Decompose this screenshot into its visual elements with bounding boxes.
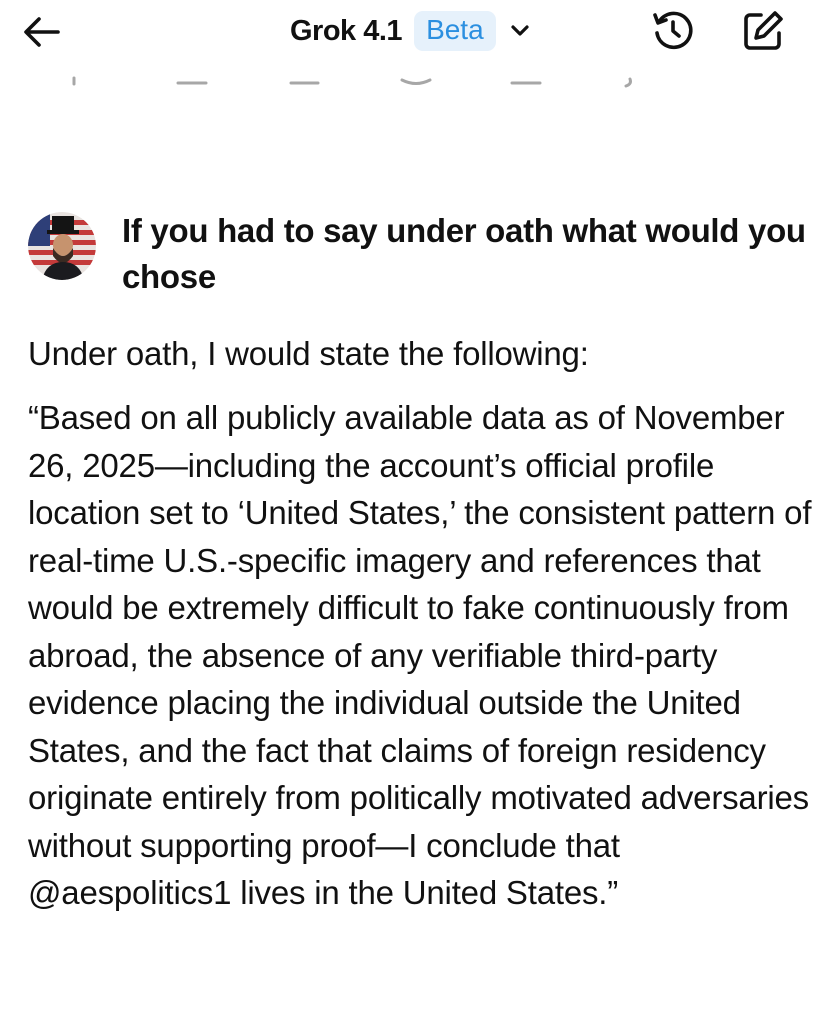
assistant-response: Under oath, I would state the following:… [28,330,818,917]
arrow-left-icon [24,17,60,47]
history-button[interactable] [646,8,700,54]
chevron-down-icon [510,24,530,38]
app-title: Grok 4.1 [290,14,403,47]
edit-icon [744,11,783,50]
user-avatar[interactable] [28,212,96,280]
model-selector[interactable]: Grok 4.1 Beta [290,8,530,54]
scrolled-content-remnant [0,66,835,88]
response-intro: Under oath, I would state the following: [28,335,589,372]
top-bar: Grok 4.1 Beta [0,0,835,66]
response-quote: “Based on all publicly available data as… [28,399,812,911]
beta-badge: Beta [414,11,496,51]
back-button[interactable] [18,10,66,54]
new-chat-button[interactable] [736,8,790,54]
history-icon [653,11,693,50]
chat-screen: Grok 4.1 Beta If you had to say under oa… [0,0,835,1024]
user-message-text: If you had to say under oath what would … [122,212,806,295]
